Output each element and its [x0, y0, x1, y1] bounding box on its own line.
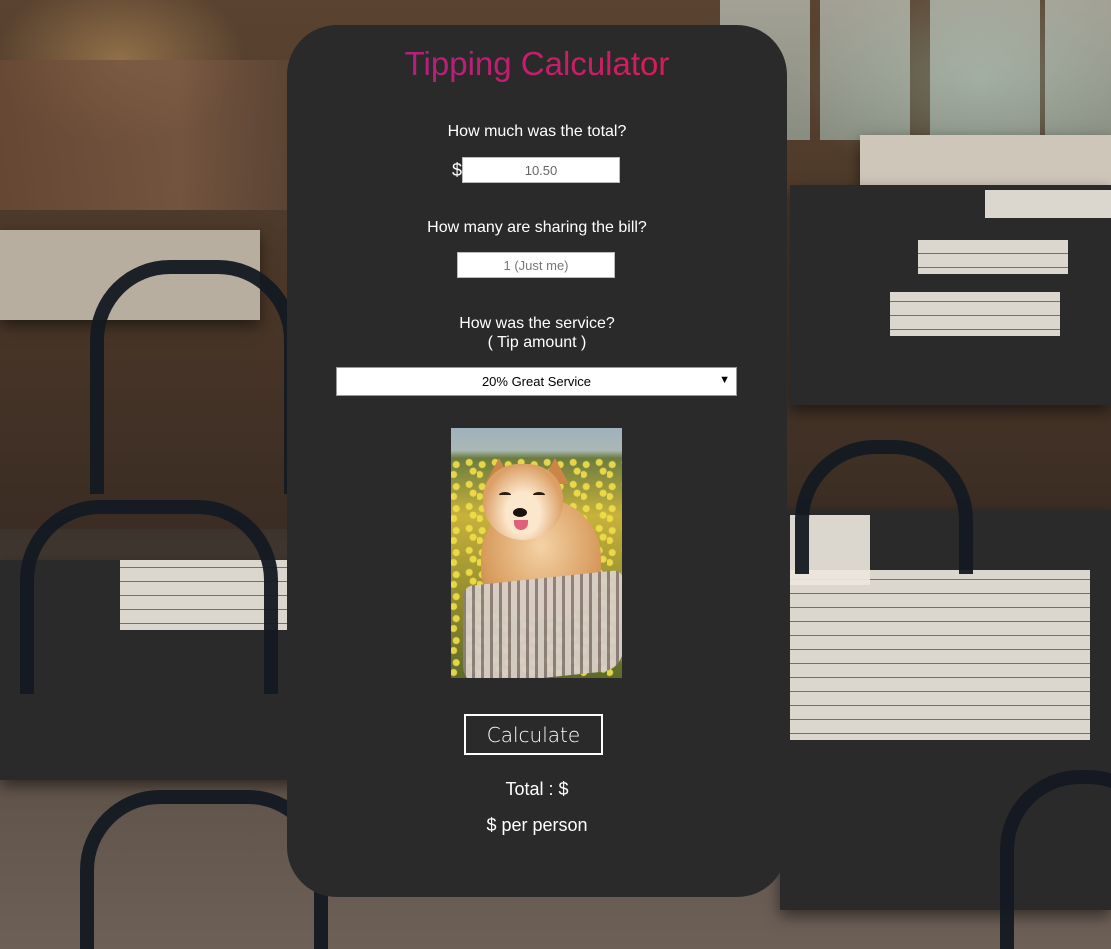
- background-chair: [795, 440, 973, 574]
- service-question-label: How was the service?: [459, 315, 615, 332]
- per-person-result: $ per person: [486, 815, 588, 835]
- background-menu: [790, 570, 1090, 740]
- background-fridge: [1045, 0, 1111, 140]
- total-result: Total : $: [505, 779, 569, 799]
- total-question-label: How much was the total?: [447, 123, 627, 140]
- background-wall: [0, 60, 300, 210]
- tip-amount-subtitle: ( Tip amount ): [487, 334, 587, 351]
- background-chair: [20, 500, 278, 694]
- background-menu: [890, 292, 1060, 336]
- share-question-label: How many are sharing the bill?: [427, 219, 647, 236]
- bill-total-input[interactable]: [462, 157, 620, 183]
- background-chair: [90, 260, 298, 494]
- calculate-button[interactable]: Calculate: [464, 714, 603, 755]
- page-title: Tipping Calculator: [287, 45, 787, 83]
- currency-symbol: $: [452, 160, 463, 180]
- service-selected-value: 20% Great Service: [481, 374, 592, 389]
- basket: [463, 569, 622, 678]
- background-fridge: [820, 0, 910, 140]
- service-quality-select[interactable]: 20% Great Service ▼: [336, 367, 737, 396]
- dog-image: [451, 428, 622, 678]
- background-fridge: [930, 0, 1040, 140]
- dog-nose: [513, 508, 527, 517]
- background-menu: [918, 240, 1068, 274]
- background-menu: [985, 190, 1111, 218]
- background-table: [860, 135, 1111, 185]
- dog-eye: [499, 492, 511, 498]
- people-count-input[interactable]: [457, 252, 615, 278]
- calculator-card: Tipping Calculator How much was the tota…: [287, 25, 787, 897]
- dog-eye: [533, 492, 545, 498]
- chevron-down-icon: ▼: [719, 374, 730, 386]
